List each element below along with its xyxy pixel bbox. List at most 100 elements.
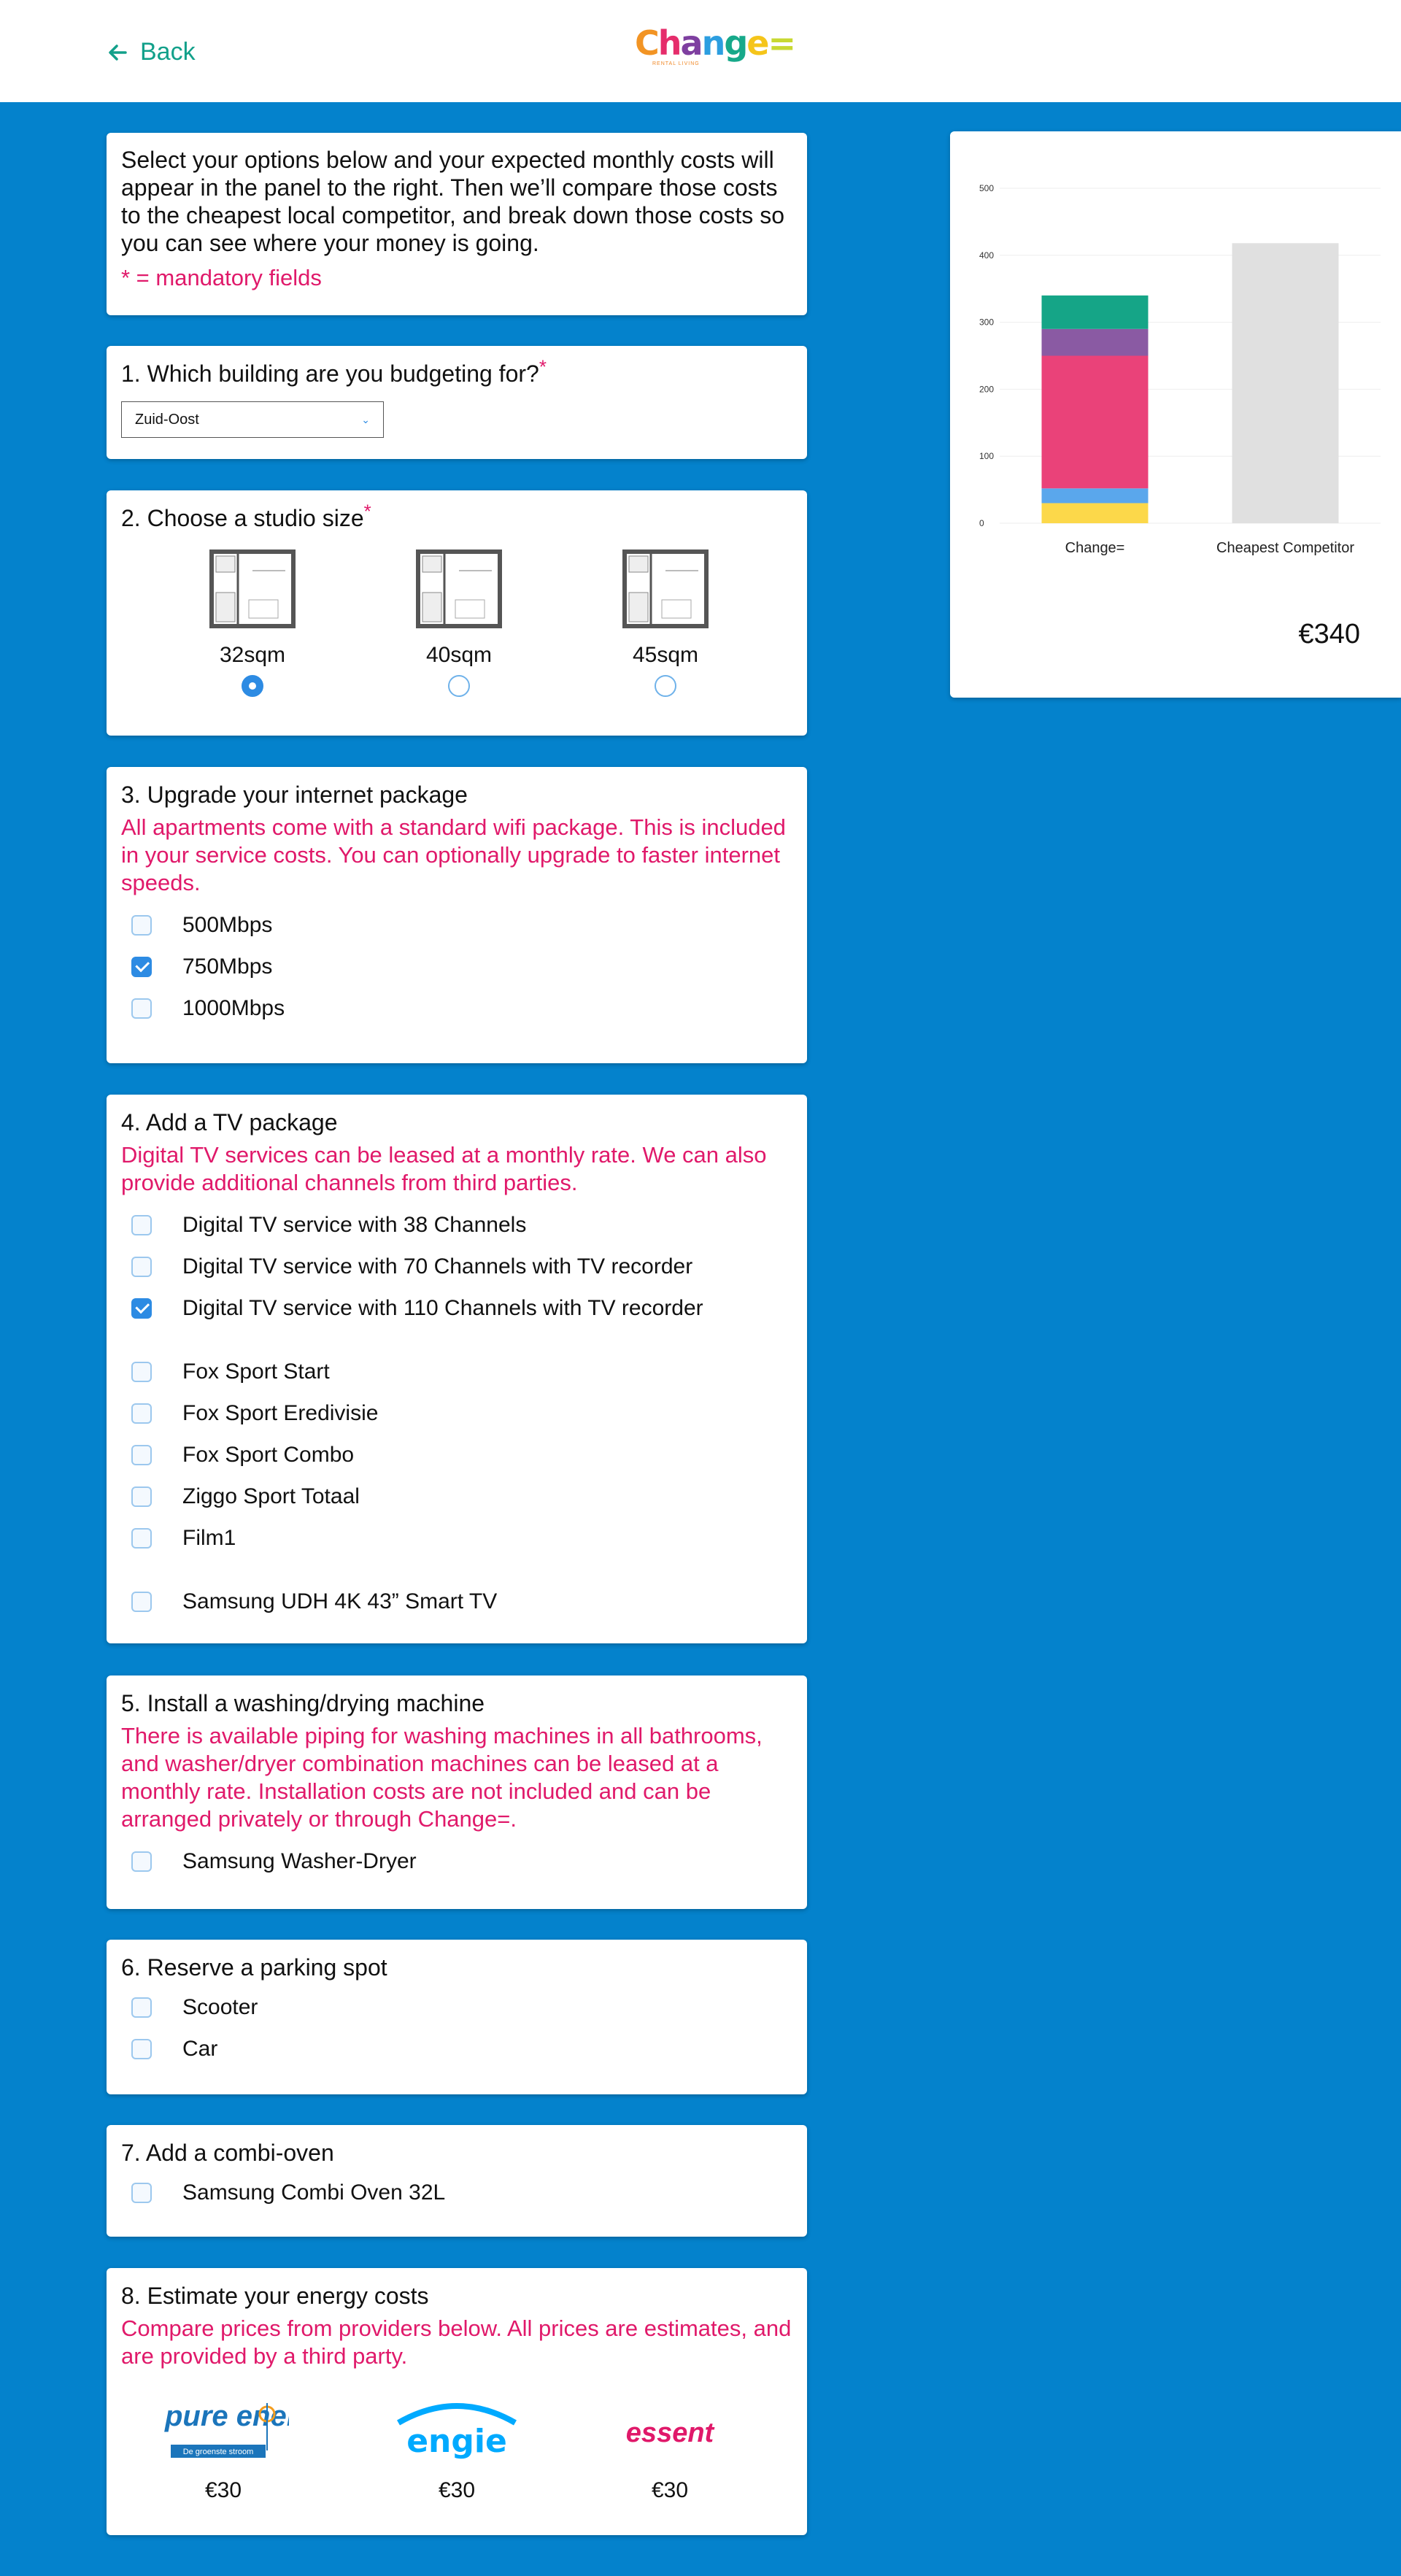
option-1000mbps[interactable]: 1000Mbps — [121, 987, 792, 1029]
studio-option-32[interactable]: 32sqm — [194, 549, 311, 697]
provider-pure-energie[interactable]: pure energie De groenste stroom €30 — [150, 2392, 296, 2503]
option-scooter[interactable]: Scooter — [121, 1986, 792, 2028]
checkbox[interactable] — [131, 1256, 152, 1277]
oven-question: 7. Add a combi-oven — [121, 2140, 334, 2166]
provider-price: €30 — [438, 2478, 476, 2502]
checkbox[interactable] — [131, 1214, 152, 1235]
intro-text: Select your options below and your expec… — [121, 147, 784, 256]
checkbox[interactable] — [131, 914, 152, 936]
studio-size-label: 40sqm — [425, 643, 493, 667]
tv-channel-options: Fox Sport Start Fox Sport Eredivisie Fox… — [121, 1351, 792, 1559]
checkbox[interactable] — [131, 1486, 152, 1507]
logo-wordmark: Ch a n g e = — [635, 23, 796, 63]
top-bar: Back Ch a n g e = RENTAL LIVING — [0, 0, 1401, 102]
cost-panel: 0 100 200 300 400 500 Change= Cheapest Competit… — [950, 131, 1401, 698]
internet-card: 3. Upgrade your internet package All apa… — [107, 767, 807, 1063]
y-tick-label: 500 — [979, 183, 994, 193]
studio-size-options: 32sqm 40sqm 45sqm — [107, 549, 807, 731]
option-tv-70[interactable]: Digital TV service with 70 Channels with… — [121, 1246, 792, 1287]
option-fox-sport-combo[interactable]: Fox Sport Combo — [121, 1434, 792, 1476]
option-label: Car — [182, 2036, 218, 2061]
bar-segment — [1041, 328, 1149, 356]
option-tv-110[interactable]: Digital TV service with 110 Channels wit… — [121, 1287, 792, 1329]
parking-card: 6. Reserve a parking spot Scooter Car — [107, 1940, 807, 2094]
arrow-left-icon — [109, 44, 127, 61]
energy-question: 8. Estimate your energy costs — [121, 2283, 429, 2309]
floorplan-icon — [209, 549, 296, 628]
studio-size-question: 2. Choose a studio size* — [121, 500, 371, 531]
option-label: Film1 — [182, 1525, 236, 1550]
y-tick-label: 300 — [979, 317, 994, 328]
option-label: Fox Sport Eredivisie — [182, 1400, 379, 1425]
studio-option-40[interactable]: 40sqm — [401, 549, 517, 697]
svg-text:De groenste stroom: De groenste stroom — [183, 2448, 254, 2456]
option-samsung-tv[interactable]: Samsung UDH 4K 43” Smart TV — [121, 1581, 792, 1622]
checkbox[interactable] — [131, 1527, 152, 1549]
washing-note: There is available piping for washing ma… — [121, 1723, 763, 1832]
parking-options: Scooter Car — [121, 1986, 792, 2070]
studio-radio-45[interactable] — [655, 675, 676, 697]
logo: Ch a n g e = RENTAL LIVING — [635, 22, 796, 76]
building-select[interactable]: Zuid-Oost ⌄ — [121, 401, 384, 438]
energy-card: 8. Estimate your energy costs Compare pr… — [107, 2268, 807, 2535]
checkbox[interactable] — [131, 1591, 152, 1612]
bar-segment — [1041, 295, 1149, 329]
option-750mbps[interactable]: 750Mbps — [121, 946, 792, 987]
tv-note: Digital TV services can be leased at a m… — [121, 1142, 767, 1195]
option-car[interactable]: Car — [121, 2028, 792, 2070]
option-label: Digital TV service with 110 Channels wit… — [182, 1295, 703, 1320]
checkbox[interactable] — [131, 1403, 152, 1424]
checkbox[interactable] — [131, 956, 152, 977]
checkbox[interactable] — [131, 2182, 152, 2203]
tv-card: 4. Add a TV package Digital TV services … — [107, 1095, 807, 1643]
option-label: 500Mbps — [182, 912, 273, 937]
option-tv-38[interactable]: Digital TV service with 38 Channels — [121, 1204, 792, 1246]
oven-options: Samsung Combi Oven 32L — [121, 2172, 792, 2213]
building-question: 1. Which building are you budgeting for?… — [121, 355, 547, 387]
bar-segment — [1041, 488, 1149, 504]
option-label: Samsung Combi Oven 32L — [182, 2180, 446, 2205]
studio-radio-32[interactable] — [242, 675, 263, 697]
checkbox[interactable] — [131, 2038, 152, 2059]
back-label: Back — [140, 38, 196, 66]
intro-card: Select your options below and your expec… — [107, 133, 807, 315]
option-label: Scooter — [182, 1994, 258, 2019]
y-tick-label: 200 — [979, 384, 994, 394]
provider-essent[interactable]: essent €30 — [597, 2392, 743, 2503]
option-fox-sport-start[interactable]: Fox Sport Start — [121, 1351, 792, 1392]
checkbox[interactable] — [131, 1444, 152, 1465]
option-ziggo-sport-totaal[interactable]: Ziggo Sport Totaal — [121, 1476, 792, 1517]
cost-comparison-chart: 0 100 200 300 400 500 Change= Cheapest Competit… — [979, 183, 1381, 556]
option-combi-oven[interactable]: Samsung Combi Oven 32L — [121, 2172, 792, 2213]
oven-card: 7. Add a combi-oven Samsung Combi Oven 3… — [107, 2125, 807, 2237]
building-select-value: Zuid-Oost — [135, 411, 199, 428]
option-500mbps[interactable]: 500Mbps — [121, 904, 792, 946]
checkbox[interactable] — [131, 1297, 152, 1319]
x-tick-label: Cheapest Competitor — [1216, 540, 1354, 556]
option-label: Fox Sport Combo — [182, 1442, 355, 1467]
y-tick-label: 0 — [979, 518, 984, 528]
checkbox[interactable] — [131, 998, 152, 1019]
option-label: Ziggo Sport Totaal — [182, 1484, 360, 1508]
tv-device-options: Samsung UDH 4K 43” Smart TV — [121, 1581, 792, 1622]
option-fox-sport-eredivisie[interactable]: Fox Sport Eredivisie — [121, 1392, 792, 1434]
energy-note: Compare prices from providers below. All… — [121, 2315, 792, 2369]
option-label: Samsung UDH 4K 43” Smart TV — [182, 1589, 498, 1613]
checkbox[interactable] — [131, 1851, 152, 1872]
tv-service-options: Digital TV service with 38 Channels Digi… — [121, 1204, 792, 1329]
studio-radio-40[interactable] — [448, 675, 470, 697]
tv-question: 4. Add a TV package — [121, 1109, 338, 1135]
svg-text:engie: engie — [406, 2423, 507, 2460]
option-label: Fox Sport Start — [182, 1359, 330, 1384]
y-tick-label: 100 — [979, 451, 994, 461]
back-button[interactable]: Back — [107, 38, 196, 66]
option-label: 1000Mbps — [182, 995, 285, 1020]
studio-option-45[interactable]: 45sqm — [607, 549, 724, 697]
option-washer-dryer[interactable]: Samsung Washer-Dryer — [121, 1840, 792, 1882]
x-tick-label: Change= — [1065, 540, 1125, 556]
total-cost: €340 — [1298, 619, 1360, 649]
checkbox[interactable] — [131, 1997, 152, 2018]
checkbox[interactable] — [131, 1361, 152, 1382]
option-film1[interactable]: Film1 — [121, 1517, 792, 1559]
provider-engie[interactable]: engie €30 — [384, 2392, 530, 2503]
